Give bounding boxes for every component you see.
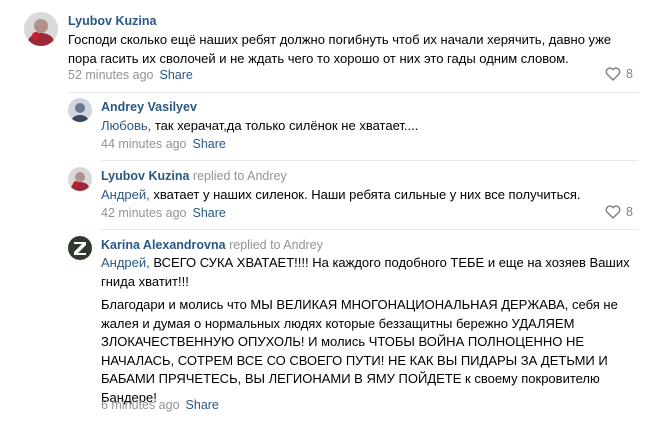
replied-to[interactable]: replied to Andrey	[229, 238, 323, 252]
addressee-link[interactable]: Андрей,	[101, 255, 150, 270]
comment-4: Karina Alexandrovna replied to Andrey Ан…	[0, 0, 657, 425]
avatar[interactable]	[68, 236, 92, 260]
share-button[interactable]: Share	[186, 398, 219, 412]
comment-text: Андрей, ВСЕГО СУКА ХВАТАЕТ!!!! На каждог…	[101, 255, 630, 405]
timestamp[interactable]: 6 minutes ago	[101, 398, 180, 412]
author-name[interactable]: Karina Alexandrovna	[101, 238, 226, 252]
